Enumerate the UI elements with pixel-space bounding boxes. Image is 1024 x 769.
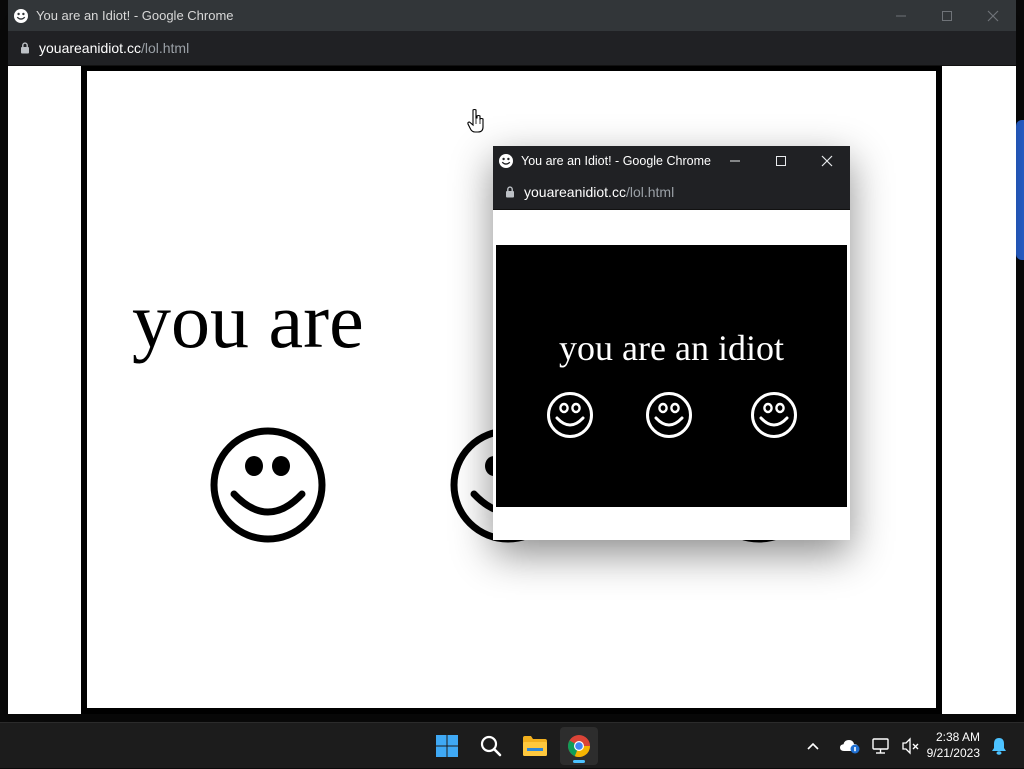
popup-page-content: you are an idiot — [493, 210, 850, 540]
folder-icon — [523, 736, 547, 756]
system-tray — [802, 723, 926, 769]
smiley-face-icon — [547, 392, 593, 438]
popup-address-bar[interactable]: youareanidiot.cc/lol.html — [493, 175, 850, 210]
popup-minimize-button[interactable] — [712, 146, 758, 175]
main-window-title: You are an Idiot! - Google Chrome — [36, 8, 234, 23]
hand-pointer-cursor-icon — [467, 108, 484, 133]
smiley-face-icon — [646, 392, 692, 438]
maximize-icon — [776, 155, 786, 166]
notification-bell-icon — [992, 738, 1006, 755]
search-icon — [480, 735, 502, 757]
popup-close-button[interactable] — [804, 146, 850, 175]
onedrive-icon — [840, 740, 860, 754]
main-title-bar[interactable]: You are an Idiot! - Google Chrome — [8, 0, 1016, 31]
minimize-icon — [730, 160, 740, 161]
popup-window-title: You are an Idiot! - Google Chrome — [521, 153, 711, 168]
main-close-button[interactable] — [970, 0, 1016, 31]
volume-muted-icon — [902, 737, 919, 755]
taskbar-start-button[interactable] — [428, 727, 466, 765]
clock-time: 2:38 AM — [935, 730, 980, 744]
tray-onedrive[interactable] — [834, 738, 866, 754]
chrome-icon — [568, 735, 591, 758]
main-minimize-button[interactable] — [878, 0, 924, 31]
smiley-face-icon — [751, 392, 797, 438]
chevron-up-icon — [807, 742, 819, 750]
taskbar: 2:38 AM 9/21/2023 — [0, 722, 1024, 768]
lock-icon — [21, 42, 29, 54]
tray-overflow-button[interactable] — [802, 741, 824, 751]
notification-button[interactable] — [990, 736, 1008, 761]
close-icon — [821, 155, 833, 166]
popup-page-heading: you are an idiot — [559, 328, 784, 368]
popup-browser-window: You are an Idiot! - Google Chrome youare… — [493, 146, 850, 540]
smiley-favicon-icon — [14, 8, 28, 23]
maximize-icon — [942, 10, 952, 21]
active-app-indicator — [573, 760, 585, 763]
windows-logo-icon — [436, 735, 458, 757]
main-maximize-button[interactable] — [924, 0, 970, 31]
popup-url-path: /lol.html — [625, 184, 675, 200]
smiley-favicon-icon — [499, 153, 513, 168]
popup-maximize-button[interactable] — [758, 146, 804, 175]
popup-title-bar[interactable]: You are an Idiot! - Google Chrome — [493, 146, 850, 175]
lock-icon — [506, 186, 514, 198]
close-icon — [987, 10, 999, 21]
taskbar-file-explorer[interactable] — [516, 727, 554, 765]
desktop-wallpaper-accent — [1016, 120, 1024, 260]
main-page-frame-bottom — [81, 708, 942, 714]
popup-url-host: youareanidiot.cc — [524, 184, 626, 200]
taskbar-search-button[interactable] — [472, 727, 510, 765]
minimize-icon — [896, 15, 906, 16]
popup-black-panel: you are an idiot — [496, 245, 847, 507]
smiley-face-icon — [210, 427, 326, 543]
taskbar-clock[interactable]: 2:38 AM 9/21/2023 — [927, 729, 980, 761]
main-url-path: /lol.html — [140, 40, 190, 56]
main-page-heading: you are — [132, 277, 364, 364]
main-address-bar[interactable]: youareanidiot.cc/lol.html — [8, 31, 1016, 66]
taskbar-chrome[interactable] — [560, 727, 598, 765]
tray-network[interactable] — [866, 737, 896, 755]
main-url-host: youareanidiot.cc — [39, 40, 141, 56]
tray-volume[interactable] — [896, 737, 926, 755]
network-icon — [872, 738, 889, 754]
clock-date: 9/21/2023 — [926, 746, 980, 760]
